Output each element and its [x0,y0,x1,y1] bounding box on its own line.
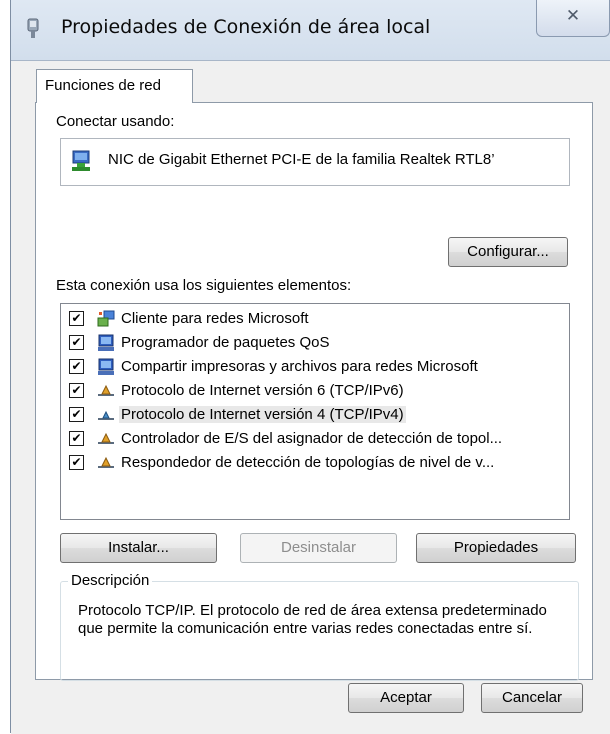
close-button[interactable]: ✕ [536,0,610,37]
item-label: Protocolo de Internet versión 4 (TCP/IPv… [119,406,406,423]
item-checkbox[interactable]: ✔ [69,455,84,470]
protocol-icon [98,456,114,468]
list-item[interactable]: ✔ Programador de paquetes QoS [61,331,567,355]
tab-panel: Conectar usando: NIC de Gigabit Ethernet… [35,102,593,681]
adapter-name: NIC de Gigabit Ethernet PCI-E de la fami… [108,151,495,168]
item-checkbox[interactable]: ✔ [69,431,84,446]
uninstall-button-label: Desinstalar [280,539,357,556]
protocol-icon [98,432,114,444]
list-item[interactable]: ✔ Compartir impresoras y archivos para r… [61,355,567,379]
configure-button[interactable]: Configurar... [448,237,568,267]
components-list[interactable]: ✔ Cliente para redes Microsoft ✔ Program… [60,303,570,520]
item-label: Compartir impresoras y archivos para red… [121,358,478,375]
list-item[interactable]: ✔ Cliente para redes Microsoft [61,307,567,331]
list-item[interactable]: ✔ Respondedor de detección de topologías… [61,451,567,475]
cancel-button[interactable]: Cancelar [481,683,583,713]
uninstall-button[interactable]: Desinstalar [240,533,397,563]
accept-button-label: Aceptar [380,689,432,706]
item-checkbox[interactable]: ✔ [69,383,84,398]
install-button[interactable]: Instalar... [60,533,217,563]
connect-using-label: Conectar usando: [56,113,175,130]
dialog-client-area: Funciones de red Conectar usando: NIC de… [11,60,610,734]
tab-label: Funciones de red [45,77,161,94]
item-label: Controlador de E/S del asignador de dete… [121,430,503,447]
item-checkbox[interactable]: ✔ [69,311,84,326]
elements-label: Esta conexión usa los siguientes element… [56,277,352,294]
protocol-icon [98,410,114,420]
description-text: Protocolo TCP/IP. El protocolo de red de… [78,602,547,637]
properties-button-label: Propiedades [453,539,539,556]
tab-networking[interactable]: Funciones de red [36,69,193,103]
dialog-window: Propiedades de Conexión de área local ✕ … [10,0,610,734]
service-icon [98,358,114,375]
client-network-icon [97,310,115,327]
item-checkbox[interactable]: ✔ [69,359,84,374]
cancel-button-label: Cancelar [501,689,563,706]
item-label: Protocolo de Internet versión 6 (TCP/IPv… [121,382,404,399]
protocol-icon [98,384,114,396]
close-icon: ✕ [565,6,581,26]
window-title: Propiedades de Conexión de área local [61,16,431,38]
item-label: Cliente para redes Microsoft [121,310,309,327]
list-item[interactable]: ✔ Controlador de E/S del asignador de de… [61,427,567,451]
item-label: Programador de paquetes QoS [121,334,330,351]
item-label: Respondedor de detección de topologías d… [121,454,495,471]
list-item[interactable]: ✔ Protocolo de Internet versión 4 (TCP/I… [61,403,567,427]
item-checkbox[interactable]: ✔ [69,335,84,350]
properties-button[interactable]: Propiedades [416,533,576,563]
item-checkbox[interactable]: ✔ [69,407,84,422]
accept-button[interactable]: Aceptar [348,683,464,713]
install-button-label: Instalar... [108,539,169,556]
description-title: Descripción [68,572,153,589]
configure-button-label: Configurar... [467,243,549,260]
service-icon [98,334,114,351]
list-item[interactable]: ✔ Protocolo de Internet versión 6 (TCP/I… [61,379,567,403]
description-group: Descripción Protocolo TCP/IP. El protoco… [60,572,579,681]
adapter-box: NIC de Gigabit Ethernet PCI-E de la fami… [60,138,570,186]
title-bar[interactable]: Propiedades de Conexión de área local ✕ [11,0,610,60]
network-adapter-icon [72,150,90,171]
network-connection-icon [27,18,39,38]
